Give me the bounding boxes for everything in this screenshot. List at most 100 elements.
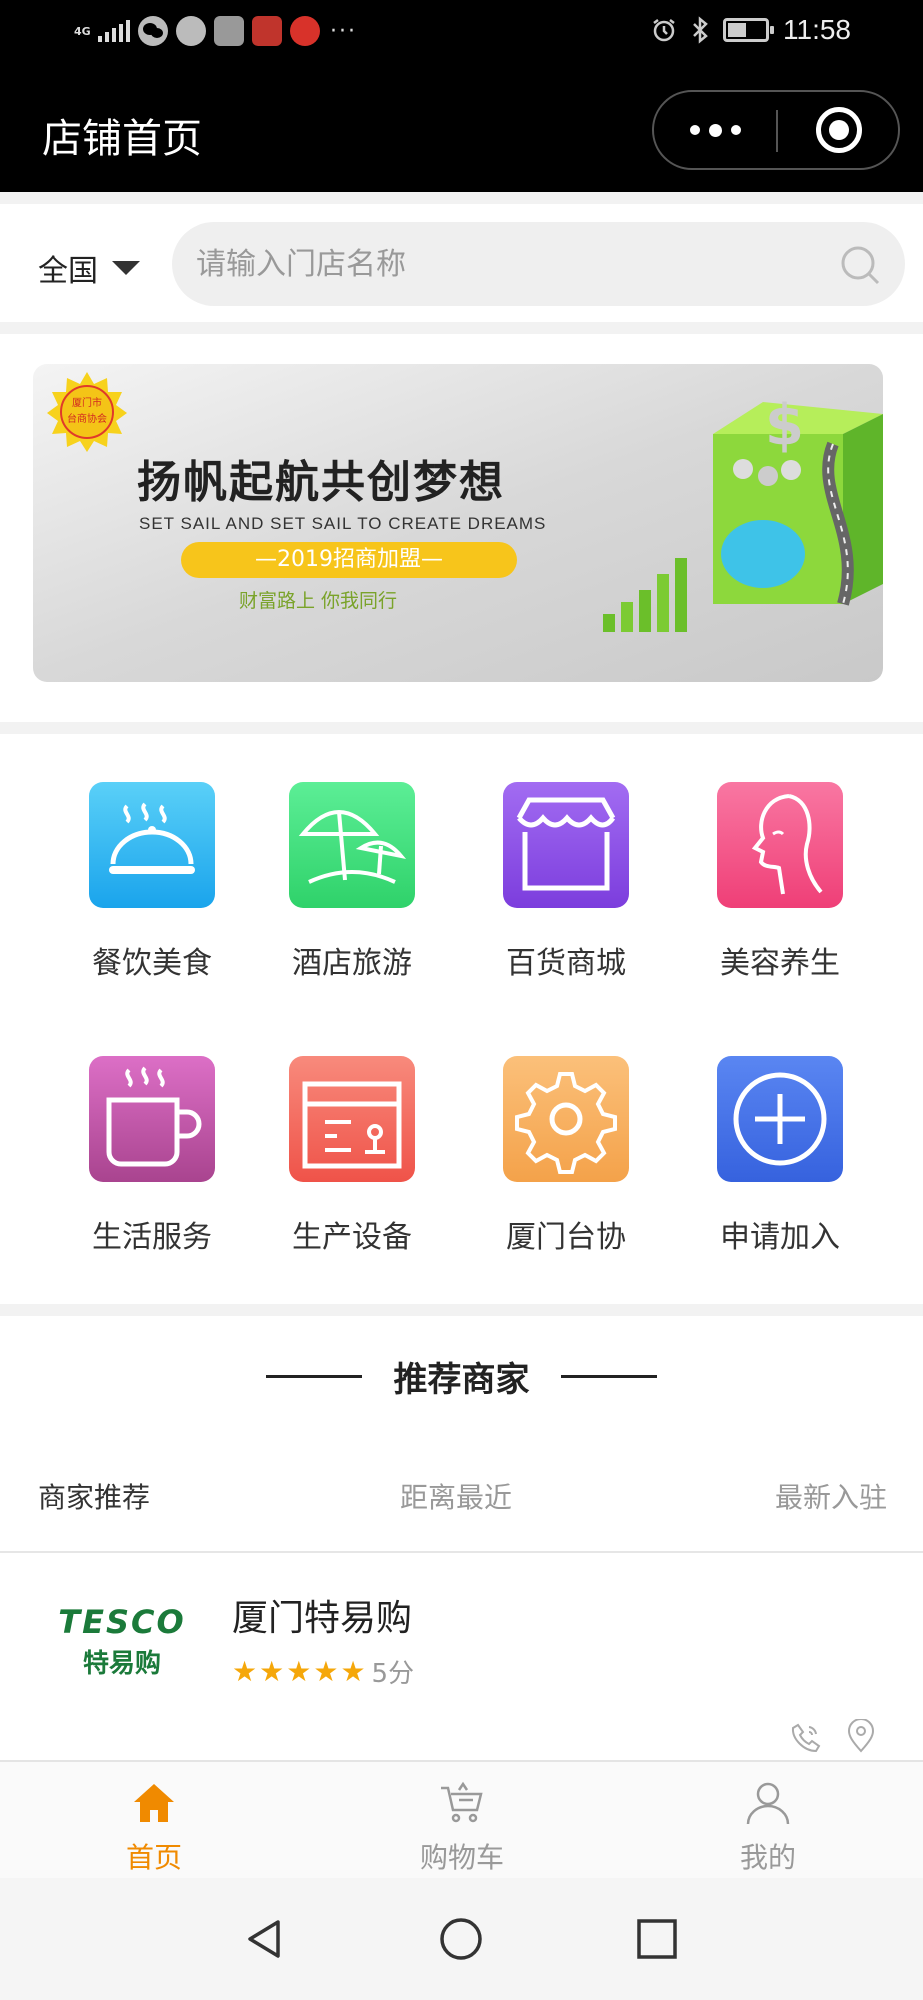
category-dining[interactable]: 餐饮美食 [52,782,252,982]
svg-text:$: $ [765,393,804,458]
target-icon [816,107,862,153]
network-type: 4G [74,24,91,38]
category-label: 酒店旅游 [292,946,412,981]
app-icon-2 [214,16,244,46]
banner-subtitle: 财富路上 你我同行 [239,590,398,612]
tab-profile-label: 我的 [739,1841,796,1874]
alarm-icon [653,19,675,42]
gear-icon [503,1056,629,1182]
promo-banner[interactable]: 厦门市 台商协会 扬帆起航共创梦想 SET SAIL AND SET SAIL … [33,364,883,682]
cart-icon [441,1781,483,1823]
tab-cart-label: 购物车 [419,1841,504,1874]
category-xiamen-association[interactable]: 厦门台协 [466,1056,666,1256]
store-name: 厦门特易购 [232,1598,413,1639]
category-label: 美容养生 [720,946,840,981]
badge-bottom-text: 台商协会 [67,412,107,425]
beach-umbrella-icon [289,782,415,908]
section-title: 推荐商家 [393,1360,530,1400]
bluetooth-icon [693,16,708,44]
star-icon: ★ [313,1654,339,1688]
category-hotel-travel[interactable]: 酒店旅游 [252,782,452,982]
user-icon [746,1782,790,1825]
page-title: 店铺首页 [42,116,202,162]
category-label: 厦门台协 [506,1220,626,1255]
star-icon: ★ [340,1654,366,1688]
association-badge-icon: 厦门市 台商协会 [47,372,127,452]
category-label: 生产设备 [292,1220,412,1255]
caret-down-icon [112,261,140,275]
app-icon-1 [176,16,206,46]
recent-apps-icon[interactable] [634,1916,680,1962]
search-row: 全国 [0,204,923,322]
logo-text: TESCO [58,1603,186,1641]
miniprogram-capsule [652,90,900,170]
banner-pill: —2019招商加盟— [181,542,517,578]
category-apply-join[interactable]: 申请加入 [680,1056,880,1256]
home-circle-icon[interactable] [438,1916,484,1962]
category-life-services[interactable]: 生活服务 [52,1056,252,1256]
banner-section: 厦门市 台商协会 扬帆起航共创梦想 SET SAIL AND SET SAIL … [0,334,923,722]
category-department-store[interactable]: 百货商城 [466,782,666,982]
status-left: 4G ··· [74,16,357,46]
store-rating: ★ ★ ★ ★ ★ 5分 [232,1653,414,1690]
section-header: 推荐商家 [0,1352,923,1401]
category-production-equipment[interactable]: 生产设备 [252,1056,452,1256]
battery-icon [723,18,774,42]
tab-newest[interactable]: 最新入驻 [775,1476,887,1516]
store-icon [503,782,629,908]
search-input[interactable] [196,222,796,306]
face-icon [717,782,843,908]
status-right: 11:58 [651,14,851,46]
clock: 11:58 [783,14,851,45]
phone-icon[interactable] [790,1721,822,1753]
search-box[interactable] [172,222,905,306]
tab-profile[interactable]: 我的 [668,1778,868,1876]
logo-subtext: 特易购 [82,1649,161,1679]
location-pin-icon[interactable] [846,1719,876,1753]
more-button[interactable] [654,92,776,168]
region-selector[interactable]: 全国 [38,246,140,290]
category-beauty[interactable]: 美容养生 [680,782,880,982]
tab-cart[interactable]: 购物车 [362,1778,562,1876]
status-bar: 4G ··· 11:58 [0,0,923,68]
tab-home[interactable]: 首页 [54,1778,254,1876]
plus-circle-icon [717,1056,843,1182]
star-icon: ★ [286,1654,312,1688]
bottom-tab-bar: 首页 购物车 我的 [0,1760,923,1878]
coffee-cup-icon [89,1056,215,1182]
wechat-icon [138,16,168,46]
music-icon [290,16,320,46]
system-nav-bar [0,1878,923,2000]
nav-bar: 店铺首页 [0,68,923,192]
category-label: 百货商城 [506,946,626,981]
cloche-icon [89,782,215,908]
category-label: 申请加入 [720,1220,840,1255]
money-cube-illustration: $ [603,393,883,632]
store-score: 5分 [371,1659,415,1689]
badge-top-text: 厦门市 [72,396,102,409]
divider-left [266,1375,363,1378]
star-icon: ★ [232,1654,258,1688]
category-grid: 餐饮美食 酒店旅游 百货商城 美容养生 生活服务 生产设备 厦门台协 申请加入 [0,734,923,1304]
recommended-section: 推荐商家 商家推荐 距离最近 最新入驻 TESCO 特易购 厦门特易购 ★ ★ … [0,1316,923,1760]
store-card[interactable]: TESCO 特易购 厦门特易购 ★ ★ ★ ★ ★ 5分 [0,1553,923,1760]
banner-title-en: SET SAIL AND SET SAIL TO CREATE DREAMS [139,514,547,533]
tab-nearest[interactable]: 距离最近 [400,1476,512,1516]
home-icon [134,1784,174,1822]
signal-icon [98,20,130,42]
close-miniprogram-button[interactable] [778,92,900,168]
category-label: 生活服务 [92,1220,212,1255]
banner-title: 扬帆起航共创梦想 [137,457,505,508]
more-dots-icon [689,125,700,135]
search-icon[interactable] [839,244,881,286]
star-icon: ★ [259,1654,285,1688]
huawei-icon [252,16,282,46]
region-label: 全国 [38,254,98,289]
back-icon[interactable] [242,1916,288,1962]
box-icon [289,1056,415,1182]
tab-recommended[interactable]: 商家推荐 [38,1476,150,1516]
more-notifications-icon: ··· [330,18,357,44]
store-logo: TESCO 特易购 [40,1603,204,1699]
category-label: 餐饮美食 [92,946,212,981]
tab-home-label: 首页 [125,1841,182,1874]
